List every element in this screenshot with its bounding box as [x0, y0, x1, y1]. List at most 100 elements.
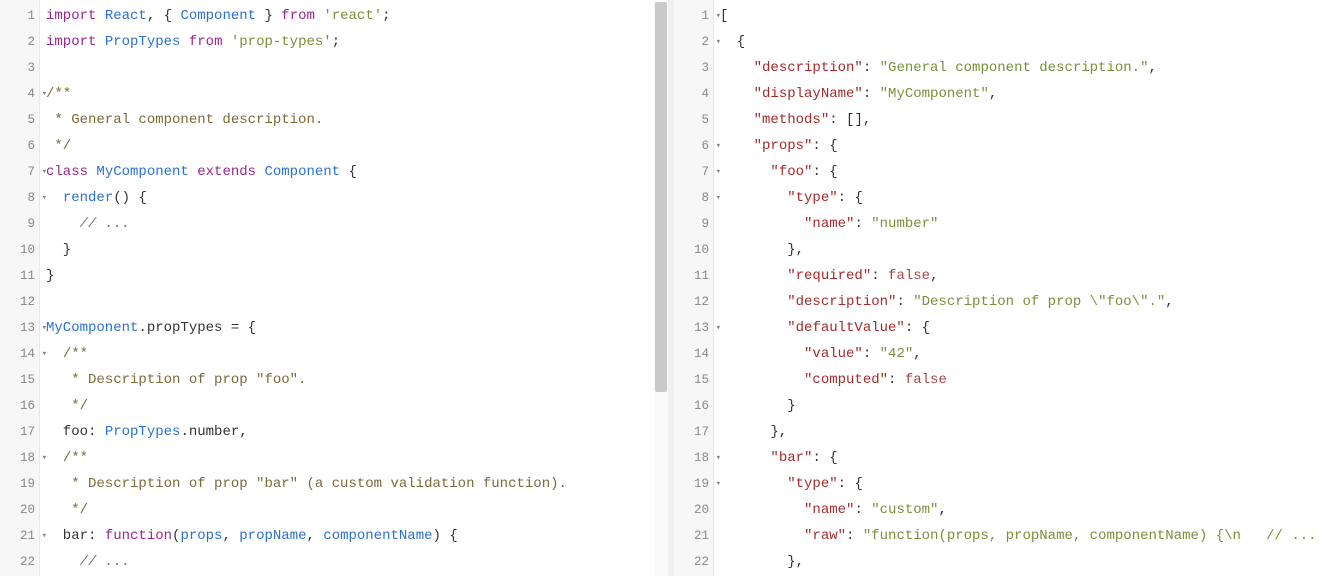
- code-line[interactable]: class MyComponent extends Component {: [46, 159, 668, 185]
- code-line[interactable]: * Description of prop "bar" (a custom va…: [46, 471, 668, 497]
- line-number[interactable]: 9: [0, 211, 39, 237]
- line-number[interactable]: 19: [0, 471, 39, 497]
- code-line[interactable]: [46, 55, 668, 81]
- line-number[interactable]: 2▾: [674, 29, 713, 55]
- fold-toggle-icon[interactable]: ▾: [42, 193, 47, 203]
- line-number[interactable]: 22: [0, 549, 39, 575]
- left-scrollbar[interactable]: [654, 0, 668, 576]
- line-number[interactable]: 10: [0, 237, 39, 263]
- code-line[interactable]: */: [46, 393, 668, 419]
- line-number[interactable]: 12: [674, 289, 713, 315]
- code-line[interactable]: "name": "custom",: [720, 497, 1342, 523]
- line-number[interactable]: 17: [674, 419, 713, 445]
- code-line[interactable]: "type": {: [720, 471, 1342, 497]
- line-number[interactable]: 19▾: [674, 471, 713, 497]
- code-line[interactable]: "type": {: [720, 185, 1342, 211]
- line-number[interactable]: 3: [674, 55, 713, 81]
- line-number[interactable]: 4▾: [0, 81, 39, 107]
- line-number[interactable]: 14▾: [0, 341, 39, 367]
- line-number[interactable]: 6: [0, 133, 39, 159]
- left-code-area[interactable]: import React, { Component } from 'react'…: [40, 0, 668, 576]
- code-line[interactable]: },: [720, 549, 1342, 575]
- code-line[interactable]: /**: [46, 341, 668, 367]
- line-number[interactable]: 15: [674, 367, 713, 393]
- code-line[interactable]: "defaultValue": {: [720, 315, 1342, 341]
- line-number[interactable]: 8▾: [0, 185, 39, 211]
- code-line[interactable]: "value": "42",: [720, 341, 1342, 367]
- code-line[interactable]: import PropTypes from 'prop-types';: [46, 29, 668, 55]
- line-number[interactable]: 21▾: [0, 523, 39, 549]
- code-line[interactable]: /**: [46, 81, 668, 107]
- line-number[interactable]: 12: [0, 289, 39, 315]
- line-number[interactable]: 18▾: [0, 445, 39, 471]
- code-line[interactable]: */: [46, 497, 668, 523]
- line-number[interactable]: 15: [0, 367, 39, 393]
- code-line[interactable]: }: [720, 393, 1342, 419]
- fold-toggle-icon[interactable]: ▾: [42, 89, 47, 99]
- code-line[interactable]: "computed": false: [720, 367, 1342, 393]
- left-gutter[interactable]: 1234▾567▾8▾910111213▾14▾15161718▾192021▾…: [0, 0, 40, 576]
- code-line[interactable]: "required": false,: [720, 263, 1342, 289]
- code-line[interactable]: // ...: [46, 549, 668, 575]
- line-number[interactable]: 22: [674, 549, 713, 575]
- fold-toggle-icon[interactable]: ▾: [42, 323, 47, 333]
- code-line[interactable]: render() {: [46, 185, 668, 211]
- code-line[interactable]: "raw": "function(props, propName, compon…: [720, 523, 1342, 549]
- line-number[interactable]: 7▾: [674, 159, 713, 185]
- line-number[interactable]: 7▾: [0, 159, 39, 185]
- line-number[interactable]: 16: [0, 393, 39, 419]
- code-line[interactable]: MyComponent.propTypes = {: [46, 315, 668, 341]
- line-number[interactable]: 20: [0, 497, 39, 523]
- fold-toggle-icon[interactable]: ▾: [42, 167, 47, 177]
- code-line[interactable]: [46, 289, 668, 315]
- line-number[interactable]: 18▾: [674, 445, 713, 471]
- line-number[interactable]: 2: [0, 29, 39, 55]
- line-number[interactable]: 6▾: [674, 133, 713, 159]
- line-number[interactable]: 11: [0, 263, 39, 289]
- line-number[interactable]: 21: [674, 523, 713, 549]
- line-number[interactable]: 11: [674, 263, 713, 289]
- code-line[interactable]: "name": "number": [720, 211, 1342, 237]
- fold-toggle-icon[interactable]: ▾: [716, 167, 721, 177]
- code-line[interactable]: * General component description.: [46, 107, 668, 133]
- code-line[interactable]: }: [46, 263, 668, 289]
- fold-toggle-icon[interactable]: ▾: [42, 531, 47, 541]
- fold-toggle-icon[interactable]: ▾: [716, 323, 721, 333]
- line-number[interactable]: 1: [0, 3, 39, 29]
- fold-toggle-icon[interactable]: ▾: [716, 141, 721, 151]
- scrollbar-thumb[interactable]: [655, 2, 667, 392]
- code-line[interactable]: "displayName": "MyComponent",: [720, 81, 1342, 107]
- line-number[interactable]: 10: [674, 237, 713, 263]
- line-number[interactable]: 13▾: [674, 315, 713, 341]
- line-number[interactable]: 9: [674, 211, 713, 237]
- fold-toggle-icon[interactable]: ▾: [716, 479, 721, 489]
- code-line[interactable]: bar: function(props, propName, component…: [46, 523, 668, 549]
- code-line[interactable]: "description": "General component descri…: [720, 55, 1342, 81]
- code-line[interactable]: "foo": {: [720, 159, 1342, 185]
- line-number[interactable]: 20: [674, 497, 713, 523]
- line-number[interactable]: 4: [674, 81, 713, 107]
- line-number[interactable]: 3: [0, 55, 39, 81]
- code-line[interactable]: },: [720, 237, 1342, 263]
- code-line[interactable]: * Description of prop "foo".: [46, 367, 668, 393]
- code-line[interactable]: {: [720, 29, 1342, 55]
- code-line[interactable]: */: [46, 133, 668, 159]
- code-line[interactable]: "bar": {: [720, 445, 1342, 471]
- line-number[interactable]: 5: [674, 107, 713, 133]
- code-line[interactable]: foo: PropTypes.number,: [46, 419, 668, 445]
- line-number[interactable]: 1▾: [674, 3, 713, 29]
- fold-toggle-icon[interactable]: ▾: [42, 349, 47, 359]
- fold-toggle-icon[interactable]: ▾: [716, 11, 721, 21]
- code-line[interactable]: "methods": [],: [720, 107, 1342, 133]
- code-line[interactable]: },: [720, 419, 1342, 445]
- right-gutter[interactable]: 1▾2▾3456▾7▾8▾910111213▾1415161718▾19▾202…: [674, 0, 714, 576]
- fold-toggle-icon[interactable]: ▾: [716, 37, 721, 47]
- line-number[interactable]: 5: [0, 107, 39, 133]
- line-number[interactable]: 8▾: [674, 185, 713, 211]
- code-line[interactable]: // ...: [46, 211, 668, 237]
- fold-toggle-icon[interactable]: ▾: [42, 453, 47, 463]
- code-line[interactable]: }: [46, 237, 668, 263]
- line-number[interactable]: 14: [674, 341, 713, 367]
- code-line[interactable]: import React, { Component } from 'react'…: [46, 3, 668, 29]
- line-number[interactable]: 16: [674, 393, 713, 419]
